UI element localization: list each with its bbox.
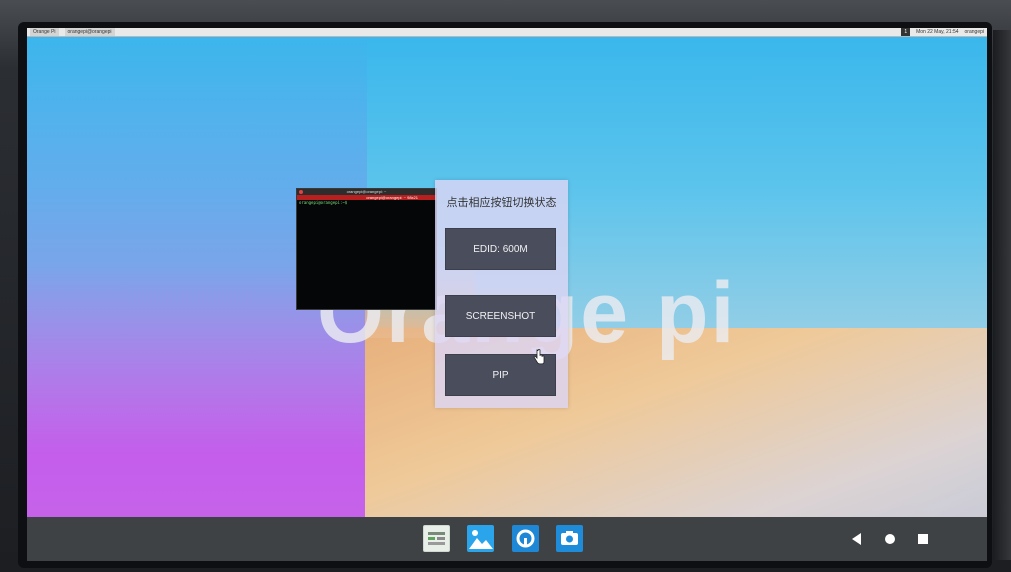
top-panel-left: Orange Pi orangepi@orangepi (30, 28, 115, 36)
terminal-titlebar[interactable]: orangepi@orangepi: ~ (297, 189, 436, 195)
terminal-window[interactable]: orangepi@orangepi: ~ orangepi@orangepi: … (296, 188, 437, 310)
gallery-icon[interactable] (467, 525, 494, 552)
hand-cursor-icon (533, 349, 545, 365)
terminal-prompt[interactable]: orangepi@orangepi:~$ (297, 200, 436, 206)
screenshot-button[interactable]: SCREENSHOT (445, 295, 556, 337)
top-panel-app-2[interactable]: orangepi@orangepi (64, 28, 115, 36)
camera-icon[interactable] (556, 525, 583, 552)
close-icon[interactable] (299, 190, 303, 194)
workspace-badge[interactable]: 1 (901, 28, 911, 36)
desktop-top-panel: Orange Pi orangepi@orangepi 1 Mon 22 May… (27, 28, 987, 37)
terminal-title: orangepi@orangepi: ~ (346, 189, 387, 194)
top-panel-app-1[interactable]: Orange Pi (30, 28, 59, 36)
clock[interactable]: Mon 22 May, 21:54 (916, 28, 958, 36)
home-icon[interactable] (882, 531, 898, 547)
file-manager-icon[interactable] (423, 525, 450, 552)
navigation-bar (27, 517, 987, 561)
top-panel-right: 1 Mon 22 May, 21:54 orangepi (901, 28, 984, 36)
mode-switch-dialog: 点击相应按钮切换状态 EDID: 600M SCREENSHOT PIP (435, 180, 568, 408)
bezel-edge (993, 30, 1011, 560)
back-icon[interactable] (849, 531, 865, 547)
screen: Orange pi Orange Pi orangepi@orangepi 1 … (27, 28, 987, 561)
recents-icon[interactable] (915, 531, 931, 547)
user-menu[interactable]: orangepi (965, 28, 984, 36)
dialog-title: 点击相应按钮切换状态 (446, 197, 557, 209)
browser-icon[interactable] (512, 525, 539, 552)
edid-button[interactable]: EDID: 600M (445, 228, 556, 270)
